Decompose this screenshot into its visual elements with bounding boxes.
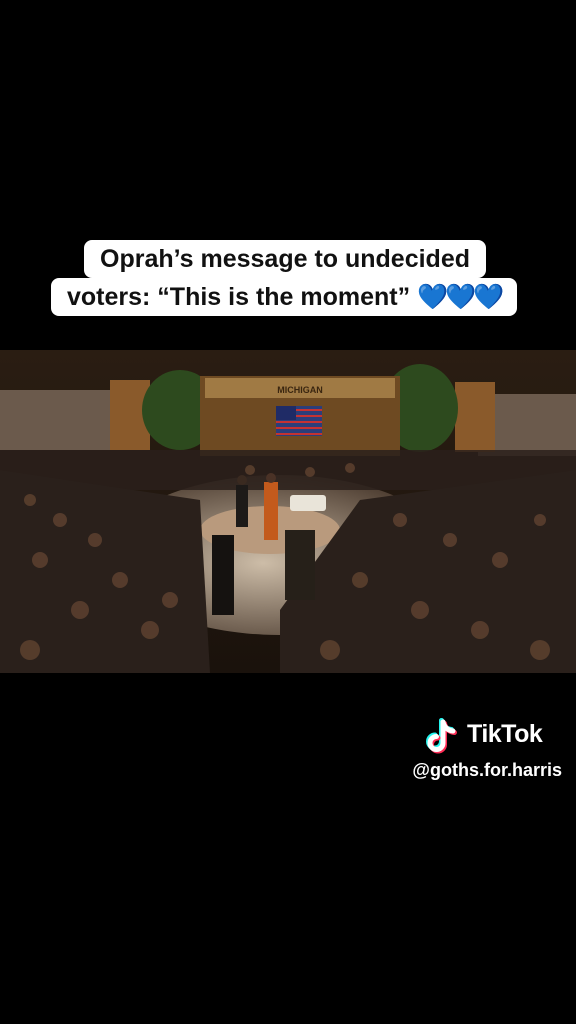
- town-hall-scene: MICHIGAN: [0, 350, 576, 673]
- tiktok-brand-name: TikTok: [467, 720, 543, 748]
- tiktok-logo-icon: [426, 718, 457, 754]
- person-dark-suit: [236, 485, 248, 527]
- blue-heart-emoji: 💙💙💙: [417, 283, 504, 311]
- video-player[interactable]: MICHIGAN: [0, 350, 576, 673]
- stage-chair: [290, 495, 326, 511]
- caption-line-2: voters: “This is the moment” 💙💙💙: [51, 278, 518, 316]
- caption-line-1-text: Oprah’s message to undecided: [100, 245, 471, 273]
- caption-line-1: Oprah’s message to undecided: [84, 240, 487, 278]
- tiktok-watermark: TikTok: [426, 716, 566, 756]
- creator-handle[interactable]: @goths.for.harris: [412, 760, 562, 781]
- person-orange-suit: [264, 482, 278, 540]
- caption-line-2-text: voters: “This is the moment”: [67, 283, 411, 311]
- stage-sign: MICHIGAN: [277, 385, 323, 395]
- video-wall-left: [0, 390, 120, 450]
